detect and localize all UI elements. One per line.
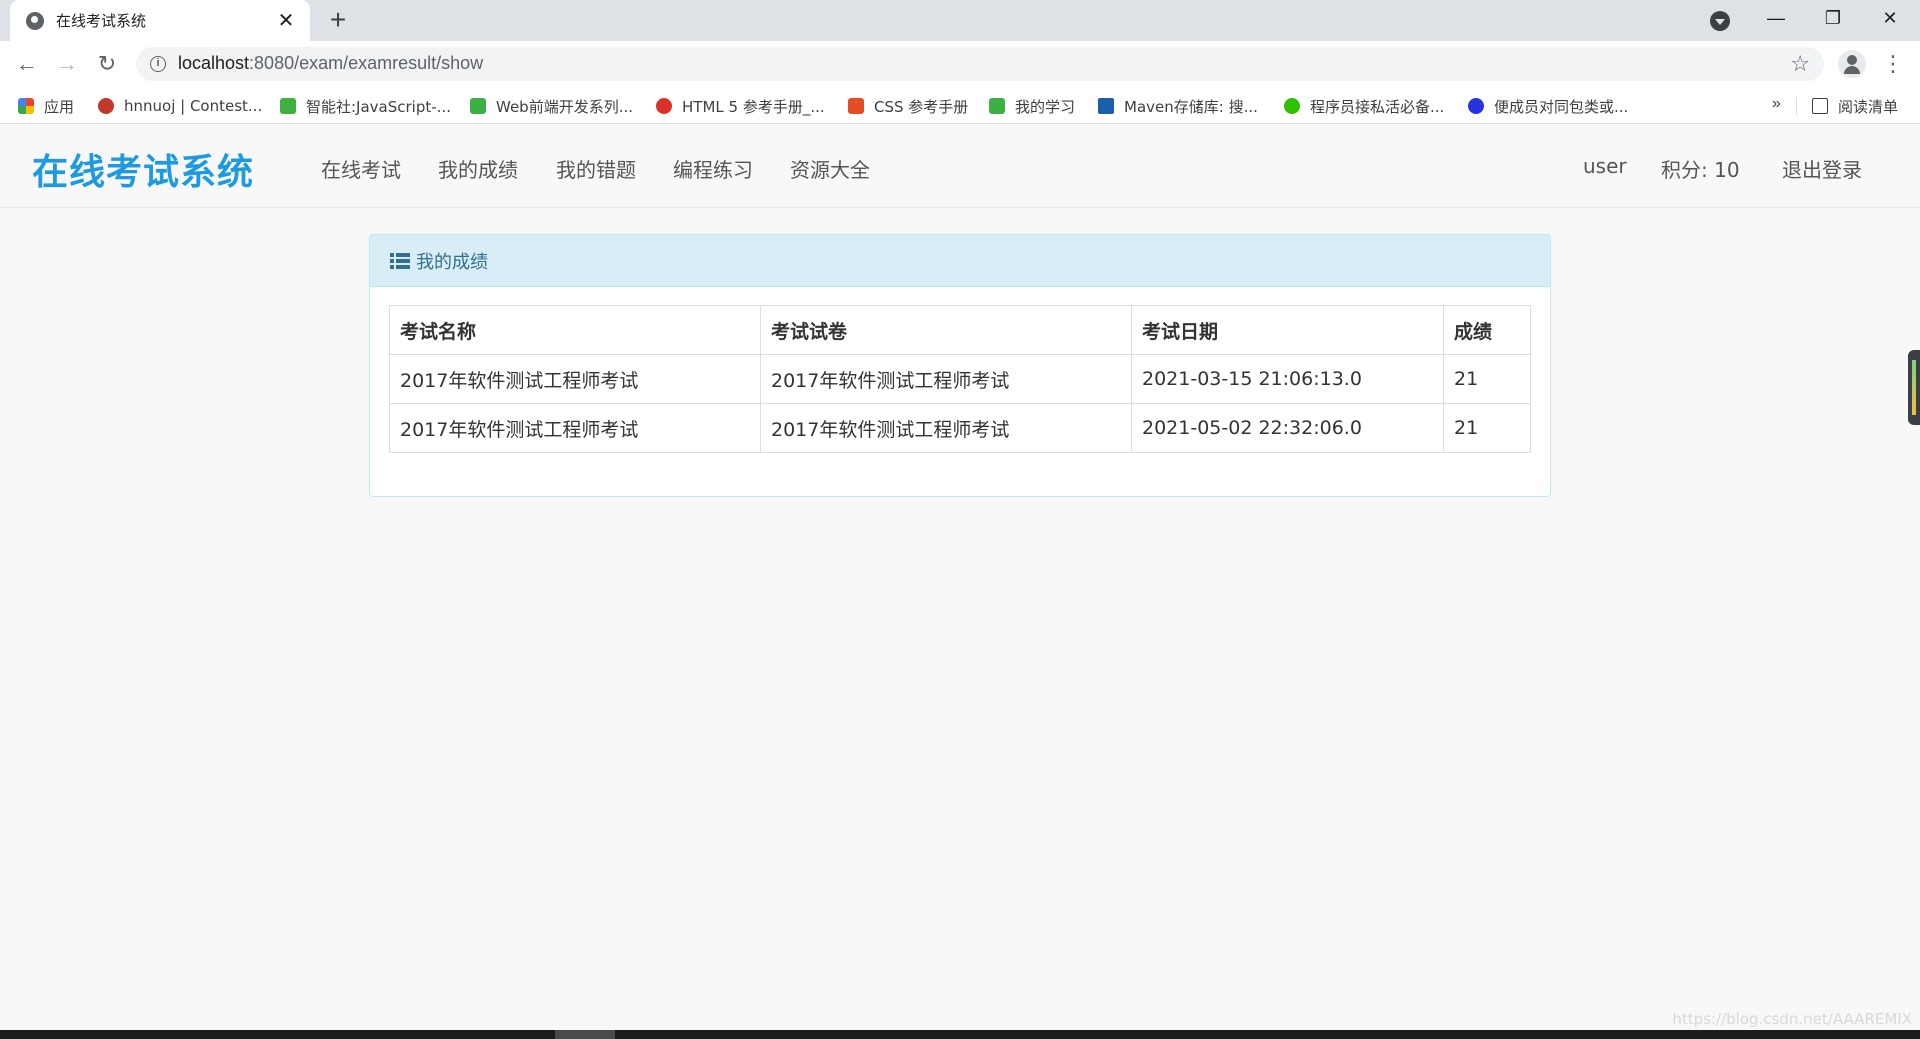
watermark-text: https://blog.csdn.net/AAAREMIX [1672,1010,1912,1028]
bookmarks-divider [1796,97,1797,115]
url-host: localhost [178,53,250,73]
wechat-icon [1284,98,1300,114]
back-arrow-icon[interactable]: ← [12,49,42,79]
bookmarks-bar: 应用 hnnuoj | Contest... 智能社:JavaScript-..… [0,87,1920,124]
side-widget-handle[interactable] [1908,350,1920,425]
table-row: 2017年软件测试工程师考试 2017年软件测试工程师考试 2021-05-02… [389,403,1531,453]
balloon-icon [98,98,114,114]
column-header: 考试日期 [1131,305,1444,355]
reload-icon[interactable]: ↻ [92,49,122,79]
info-icon[interactable]: i [150,56,166,72]
maximize-button[interactable]: ❐ [1805,0,1861,36]
bookmarks-overflow-icon[interactable]: » [1772,95,1781,113]
green-book-icon [280,98,296,114]
browser-tab-strip: 在线考试系统 ✕ + — ❐ ✕ [0,0,1920,41]
url-text[interactable]: localhost:8080/exam/examresult/show [178,53,483,74]
results-panel: 我的成绩 考试名称 考试试卷 考试日期 成绩 2017年软件测试工程师考试 20… [369,234,1551,497]
globe-icon [26,11,44,30]
bookmark-item[interactable]: Web前端开发系列... [470,94,633,118]
table-cell: 2021-03-15 21:06:13.0 [1131,354,1444,404]
column-header: 成绩 [1443,305,1531,355]
taskbar-item[interactable] [555,1030,615,1039]
baidu-paw-icon [1468,98,1484,114]
site-brand[interactable]: 在线考试系统 [32,143,254,195]
nav-my-scores[interactable]: 我的成绩 [438,154,518,183]
apps-grid-icon [18,98,34,114]
bookmark-item[interactable]: 我的学习 [989,94,1075,118]
reading-list-icon [1812,98,1828,114]
bookmark-item[interactable]: 程序员接私活必备... [1284,94,1444,118]
address-bar[interactable]: i localhost:8080/exam/examresult/show ☆ [136,47,1824,81]
logout-link[interactable]: 退出登录 [1782,154,1862,183]
mvn-icon [1098,98,1114,114]
nav-points: 积分: 10 [1661,158,1740,182]
results-table: 考试名称 考试试卷 考试日期 成绩 2017年软件测试工程师考试 2017年软件… [389,305,1531,453]
forward-arrow-icon[interactable]: → [52,49,82,79]
bookmark-item[interactable]: 应用 [18,94,74,118]
profile-avatar-icon[interactable] [1838,50,1866,78]
close-window-button[interactable]: ✕ [1862,0,1918,36]
bookmark-item[interactable]: Maven存储库: 搜... [1098,94,1258,118]
browser-tab[interactable]: 在线考试系统 ✕ [10,0,310,41]
table-cell: 21 [1443,354,1531,404]
green-book-icon [989,98,1005,114]
nav-resources[interactable]: 资源大全 [790,154,870,183]
table-header-row: 考试名称 考试试卷 考试日期 成绩 [389,305,1531,355]
green-book-icon [470,98,486,114]
panel-heading: 我的成绩 [370,235,1550,287]
nav-my-mistakes[interactable]: 我的错题 [556,154,636,183]
list-icon [390,252,410,269]
site-navbar: 在线考试系统 在线考试 我的成绩 我的错题 编程练习 资源大全 user 积分:… [0,125,1920,208]
nav-username[interactable]: user [1583,154,1627,178]
table-cell: 2021-05-02 22:32:06.0 [1131,403,1444,453]
table-row: 2017年软件测试工程师考试 2017年软件测试工程师考试 2021-03-15… [389,354,1531,404]
taskbar [0,1030,1920,1039]
bookmark-item[interactable]: 便成员对同包类或... [1468,94,1628,118]
bookmark-item[interactable]: hnnuoj | Contest... [98,94,262,118]
column-header: 考试试卷 [760,305,1132,355]
browser-menu-icon[interactable]: ⋮ [1882,49,1904,79]
css-shield-icon [848,98,864,114]
tab-close-icon[interactable]: ✕ [276,11,296,31]
table-cell: 2017年软件测试工程师考试 [389,354,761,404]
minimize-button[interactable]: — [1748,0,1804,36]
nav-online-exam[interactable]: 在线考试 [321,154,401,183]
browser-toolbar: ← → ↻ i localhost:8080/exam/examresult/s… [0,41,1920,87]
bookmark-item[interactable]: CSS 参考手册 [848,94,968,118]
new-tab-button[interactable]: + [324,6,352,34]
tab-search-icon[interactable] [1710,11,1730,31]
url-path: :8080/exam/examresult/show [249,53,484,73]
table-cell: 21 [1443,403,1531,453]
owl-icon [656,98,672,114]
reading-list-button[interactable]: 阅读清单 [1812,94,1898,118]
table-cell: 2017年软件测试工程师考试 [760,354,1132,404]
panel-title: 我的成绩 [416,251,488,273]
column-header: 考试名称 [389,305,761,355]
table-cell: 2017年软件测试工程师考试 [389,403,761,453]
table-cell: 2017年软件测试工程师考试 [760,403,1132,453]
bookmark-item[interactable]: HTML 5 参考手册_... [656,94,825,118]
bookmark-item[interactable]: 智能社:JavaScript-... [280,94,451,118]
bookmark-star-icon[interactable]: ☆ [1790,51,1810,77]
tab-title: 在线考试系统 [56,12,147,30]
nav-programming-practice[interactable]: 编程练习 [673,154,753,183]
